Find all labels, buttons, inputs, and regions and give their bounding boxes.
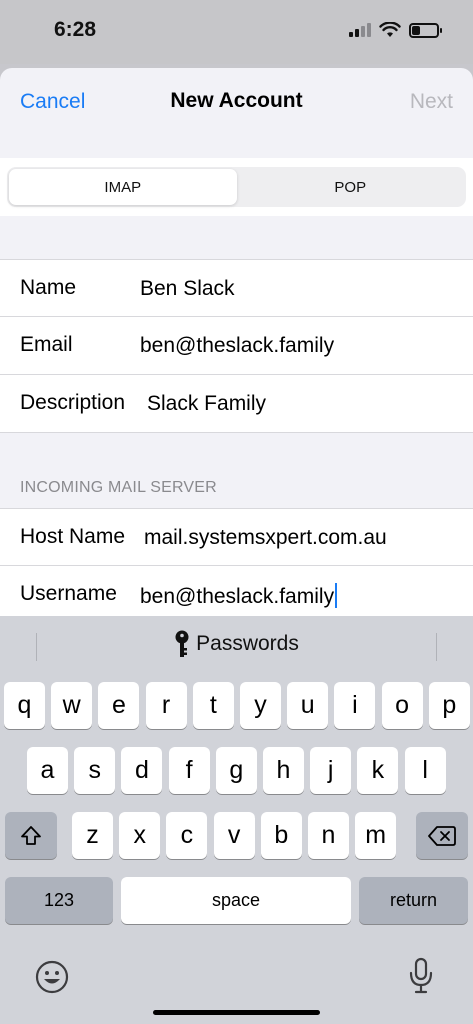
shift-icon bbox=[21, 825, 41, 845]
username-value: ben@theslack.family bbox=[140, 585, 335, 608]
key-a[interactable]: a bbox=[27, 747, 68, 794]
cellular-signal-icon bbox=[349, 23, 371, 37]
navigation-bar: Cancel New Account Next bbox=[0, 68, 473, 158]
segment-imap[interactable]: IMAP bbox=[9, 169, 237, 205]
key-j[interactable]: j bbox=[310, 747, 352, 794]
host-name-label: Host Name bbox=[20, 525, 126, 548]
account-type-container: IMAP POP bbox=[0, 158, 473, 216]
key-r[interactable]: r bbox=[145, 682, 187, 729]
name-label: Name bbox=[20, 276, 77, 299]
delete-icon bbox=[428, 825, 456, 846]
key-q[interactable]: q bbox=[4, 682, 45, 729]
suggestion-divider bbox=[36, 633, 37, 661]
account-type-segmented-control: IMAP POP bbox=[7, 167, 466, 207]
wifi-icon bbox=[379, 22, 401, 37]
description-label: Description bbox=[20, 391, 126, 414]
key-m[interactable]: m bbox=[355, 812, 397, 859]
key-t[interactable]: t bbox=[192, 682, 234, 729]
passwords-label: Passwords bbox=[196, 632, 299, 655]
key-x[interactable]: x bbox=[119, 812, 161, 859]
key-l[interactable]: l bbox=[404, 747, 446, 794]
key-d[interactable]: d bbox=[121, 747, 163, 794]
incoming-mail-server-header: INCOMING MAIL SERVER bbox=[20, 479, 217, 496]
incoming-server-group: Host Name mail.systemsxpert.com.au Usern… bbox=[0, 508, 473, 616]
key-v[interactable]: v bbox=[213, 812, 255, 859]
key-b[interactable]: b bbox=[260, 812, 302, 859]
shift-key[interactable] bbox=[5, 812, 57, 859]
key-e[interactable]: e bbox=[98, 682, 140, 729]
host-name-field[interactable]: mail.systemsxpert.com.au bbox=[144, 526, 387, 550]
key-y[interactable]: y bbox=[240, 682, 281, 729]
home-indicator bbox=[153, 1010, 320, 1015]
text-cursor bbox=[335, 583, 338, 608]
key-s[interactable]: s bbox=[74, 747, 116, 794]
key-icon bbox=[175, 630, 189, 657]
key-k[interactable]: k bbox=[357, 747, 399, 794]
emoji-icon[interactable] bbox=[35, 960, 69, 994]
username-row[interactable]: Username ben@theslack.family bbox=[0, 566, 473, 616]
name-row[interactable]: Name Ben Slack bbox=[0, 259, 473, 317]
delete-key[interactable] bbox=[416, 812, 468, 859]
username-field[interactable]: ben@theslack.family bbox=[140, 583, 338, 609]
email-label: Email bbox=[20, 333, 73, 356]
key-h[interactable]: h bbox=[263, 747, 304, 794]
email-row[interactable]: Email ben@theslack.family bbox=[0, 317, 473, 375]
description-field[interactable]: Slack Family bbox=[147, 392, 266, 416]
next-button[interactable]: Next bbox=[410, 90, 453, 114]
key-i[interactable]: i bbox=[334, 682, 376, 729]
battery-level bbox=[412, 25, 420, 35]
new-account-sheet: Cancel New Account Next IMAP POP Name Be… bbox=[0, 68, 473, 616]
status-bar: 6:28 bbox=[0, 0, 473, 64]
return-key[interactable]: return bbox=[359, 877, 468, 924]
keyboard: Passwords qwertyuiop asdfghjkl zxcvbnm 123… bbox=[0, 616, 473, 1024]
key-n[interactable]: n bbox=[308, 812, 349, 859]
name-field[interactable]: Ben Slack bbox=[140, 277, 235, 301]
segment-pop[interactable]: POP bbox=[237, 169, 465, 205]
suggestion-bar: Passwords bbox=[0, 616, 473, 680]
status-icons bbox=[349, 22, 442, 38]
description-row[interactable]: Description Slack Family bbox=[0, 375, 473, 433]
key-o[interactable]: o bbox=[381, 682, 423, 729]
email-field[interactable]: ben@theslack.family bbox=[140, 334, 334, 358]
status-time: 6:28 bbox=[54, 18, 97, 41]
host-name-row[interactable]: Host Name mail.systemsxpert.com.au bbox=[0, 508, 473, 566]
account-details-group: Name Ben Slack Email ben@theslack.family… bbox=[0, 259, 473, 433]
key-p[interactable]: p bbox=[428, 682, 470, 729]
username-label: Username bbox=[20, 582, 117, 605]
page-title: New Account bbox=[170, 89, 303, 112]
key-g[interactable]: g bbox=[215, 747, 257, 794]
key-w[interactable]: w bbox=[51, 682, 93, 729]
key-f[interactable]: f bbox=[168, 747, 210, 794]
battery-icon bbox=[409, 22, 442, 38]
key-c[interactable]: c bbox=[166, 812, 208, 859]
numbers-key[interactable]: 123 bbox=[5, 877, 113, 924]
key-u[interactable]: u bbox=[287, 682, 329, 729]
microphone-icon[interactable] bbox=[408, 957, 434, 995]
suggestion-divider bbox=[436, 633, 437, 661]
space-key[interactable]: space bbox=[121, 877, 351, 924]
passwords-suggestion[interactable]: Passwords bbox=[162, 630, 312, 658]
key-z[interactable]: z bbox=[72, 812, 113, 859]
